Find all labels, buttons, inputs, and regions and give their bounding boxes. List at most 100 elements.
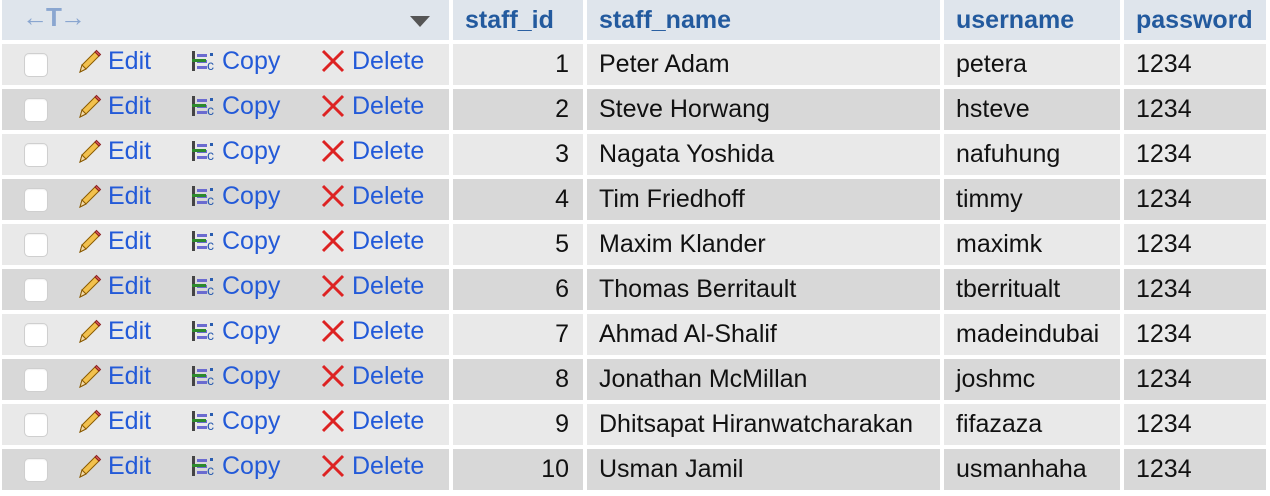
- cell-password[interactable]: 1234: [1124, 449, 1266, 490]
- cell-password[interactable]: 1234: [1124, 134, 1266, 175]
- cell-staff-id[interactable]: 10: [453, 449, 583, 490]
- svg-text:c: c: [207, 462, 214, 478]
- edit-link[interactable]: Edit: [74, 271, 151, 301]
- cell-username[interactable]: joshmc: [944, 359, 1120, 400]
- cell-staff-id[interactable]: 3: [453, 134, 583, 175]
- copy-link[interactable]: c Copy: [188, 46, 280, 76]
- edit-link[interactable]: Edit: [74, 136, 151, 166]
- delete-link[interactable]: Delete: [318, 451, 424, 481]
- cell-staff-name[interactable]: Thomas Berritault: [587, 269, 940, 310]
- table-row: Edit c: [2, 224, 1266, 265]
- edit-link[interactable]: Edit: [74, 181, 151, 211]
- delete-link[interactable]: Delete: [318, 361, 424, 391]
- cell-staff-id[interactable]: 8: [453, 359, 583, 400]
- cell-password[interactable]: 1234: [1124, 89, 1266, 130]
- cell-username[interactable]: usmanhaha: [944, 449, 1120, 490]
- edit-link[interactable]: Edit: [74, 451, 151, 481]
- cell-username[interactable]: maximk: [944, 224, 1120, 265]
- cell-staff-id[interactable]: 2: [453, 89, 583, 130]
- row-checkbox[interactable]: [24, 188, 48, 213]
- edit-link[interactable]: Edit: [74, 361, 151, 391]
- cell-password[interactable]: 1234: [1124, 44, 1266, 85]
- cell-password[interactable]: 1234: [1124, 224, 1266, 265]
- edit-link[interactable]: Edit: [74, 406, 151, 436]
- cell-staff-id[interactable]: 7: [453, 314, 583, 355]
- cell-password[interactable]: 1234: [1124, 179, 1266, 220]
- cell-password[interactable]: 1234: [1124, 404, 1266, 445]
- copy-link[interactable]: c Copy: [188, 226, 280, 256]
- cell-staff-name[interactable]: Steve Horwang: [587, 89, 940, 130]
- delete-label: Delete: [352, 361, 425, 390]
- cell-username[interactable]: tberritualt: [944, 269, 1120, 310]
- row-checkbox[interactable]: [24, 323, 48, 348]
- cell-staff-name[interactable]: Tim Friedhoff: [587, 179, 940, 220]
- row-actions-cell: Edit c Copy Delete: [2, 44, 449, 85]
- row-checkbox[interactable]: [24, 413, 48, 438]
- cell-password[interactable]: 1234: [1124, 314, 1266, 355]
- cell-staff-id[interactable]: 1: [453, 44, 583, 85]
- delete-link[interactable]: Delete: [318, 136, 424, 166]
- column-header-staff-id[interactable]: staff_id: [453, 0, 583, 40]
- copy-link[interactable]: c Copy: [188, 451, 280, 481]
- copy-link[interactable]: c Copy: [188, 136, 280, 166]
- pencil-icon: [79, 49, 102, 73]
- sort-dropdown-icon[interactable]: [410, 16, 430, 27]
- edit-link[interactable]: Edit: [74, 316, 151, 346]
- edit-label: Edit: [108, 316, 152, 345]
- copy-link[interactable]: c Copy: [188, 181, 280, 211]
- pencil-icon: [79, 409, 102, 433]
- row-checkbox[interactable]: [24, 278, 48, 303]
- delete-link[interactable]: Delete: [318, 316, 424, 346]
- copy-link[interactable]: c Copy: [188, 316, 280, 346]
- cell-username[interactable]: madeindubai: [944, 314, 1120, 355]
- column-header-password[interactable]: password: [1124, 0, 1266, 40]
- table-row: Edit c: [2, 314, 1266, 355]
- delete-x-icon: [321, 139, 345, 163]
- table-row: Edit c: [2, 89, 1266, 130]
- column-header-username[interactable]: username: [944, 0, 1120, 40]
- edit-link[interactable]: Edit: [74, 226, 151, 256]
- cell-staff-id[interactable]: 5: [453, 224, 583, 265]
- row-checkbox[interactable]: [24, 143, 48, 168]
- delete-link[interactable]: Delete: [318, 181, 424, 211]
- cell-username[interactable]: hsteve: [944, 89, 1120, 130]
- cell-staff-id[interactable]: 9: [453, 404, 583, 445]
- edit-link[interactable]: Edit: [74, 91, 151, 121]
- row-checkbox[interactable]: [24, 233, 48, 258]
- cell-staff-name[interactable]: Ahmad Al-Shalif: [587, 314, 940, 355]
- cell-staff-name[interactable]: Jonathan McMillan: [587, 359, 940, 400]
- column-resize-arrows[interactable]: ←T→: [22, 2, 86, 33]
- cell-staff-name[interactable]: Dhitsapat Hiranwatcharakan: [587, 404, 940, 445]
- delete-x-icon: [321, 409, 345, 433]
- cell-username[interactable]: nafuhung: [944, 134, 1120, 175]
- delete-link[interactable]: Delete: [318, 271, 424, 301]
- column-header-staff-name[interactable]: staff_name: [587, 0, 940, 40]
- edit-link[interactable]: Edit: [74, 46, 151, 76]
- cell-username[interactable]: petera: [944, 44, 1120, 85]
- delete-label: Delete: [352, 136, 425, 165]
- pencil-icon: [79, 94, 102, 118]
- cell-username[interactable]: timmy: [944, 179, 1120, 220]
- delete-label: Delete: [352, 181, 425, 210]
- delete-link[interactable]: Delete: [318, 226, 424, 256]
- delete-link[interactable]: Delete: [318, 46, 424, 76]
- copy-link[interactable]: c Copy: [188, 406, 280, 436]
- cell-staff-name[interactable]: Nagata Yoshida: [587, 134, 940, 175]
- row-checkbox[interactable]: [24, 53, 48, 78]
- copy-link[interactable]: c Copy: [188, 361, 280, 391]
- cell-password[interactable]: 1234: [1124, 359, 1266, 400]
- row-checkbox[interactable]: [24, 458, 48, 483]
- cell-password[interactable]: 1234: [1124, 269, 1266, 310]
- cell-username[interactable]: fifazaza: [944, 404, 1120, 445]
- cell-staff-name[interactable]: Maxim Klander: [587, 224, 940, 265]
- copy-link[interactable]: c Copy: [188, 271, 280, 301]
- delete-link[interactable]: Delete: [318, 406, 424, 436]
- delete-link[interactable]: Delete: [318, 91, 424, 121]
- cell-staff-name[interactable]: Usman Jamil: [587, 449, 940, 490]
- row-checkbox[interactable]: [24, 368, 48, 393]
- cell-staff-id[interactable]: 4: [453, 179, 583, 220]
- cell-staff-id[interactable]: 6: [453, 269, 583, 310]
- row-checkbox[interactable]: [24, 98, 48, 123]
- copy-link[interactable]: c Copy: [188, 91, 280, 121]
- cell-staff-name[interactable]: Peter Adam: [587, 44, 940, 85]
